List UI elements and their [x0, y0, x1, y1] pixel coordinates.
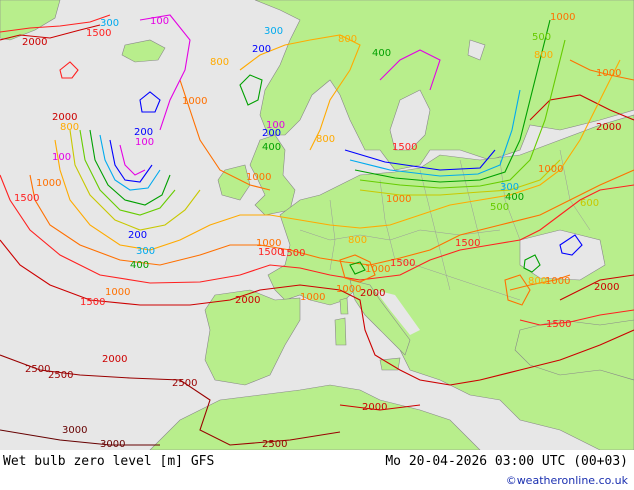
- land-sardinia: [334, 317, 347, 346]
- contour-label: 1000: [386, 194, 411, 205]
- contour-label: 2000: [596, 122, 621, 133]
- contour-label: 200: [128, 230, 147, 241]
- contour-label: 300: [100, 18, 119, 29]
- contour-label: 1000: [538, 164, 563, 175]
- contour-label: 500: [490, 202, 509, 213]
- contour-label: 1000: [246, 172, 271, 183]
- contour-label: 1000: [365, 264, 390, 275]
- contour-label: 800: [528, 276, 547, 287]
- contour-label: 2000: [102, 354, 127, 365]
- contour-label: 800: [316, 134, 335, 145]
- contour-label: 800: [534, 50, 553, 61]
- contour-label: 2000: [235, 295, 260, 306]
- wet-bulb-zero-map: 2000 1500 2000 1500 1000 800 100 200 100…: [0, 0, 634, 450]
- contour-label: 2000: [594, 282, 619, 293]
- contour-label: 1000: [300, 292, 325, 303]
- contour-label: 300: [136, 246, 155, 257]
- contour-label: 1000: [105, 287, 130, 298]
- contour-label: 3000: [100, 439, 125, 450]
- credit-link[interactable]: ©weatheronline.co.uk: [506, 474, 628, 487]
- contour-label: 1000: [596, 68, 621, 79]
- contour-label: 400: [372, 48, 391, 59]
- contour-label: 800: [348, 235, 367, 246]
- contour-label: 1000: [36, 178, 61, 189]
- contour-label: 1500: [392, 142, 417, 153]
- map-frame: 2000 1500 2000 1500 1000 800 100 200 100…: [0, 0, 634, 490]
- contour-label: 300: [500, 182, 519, 193]
- contour-label: 100: [135, 137, 154, 148]
- map-footer: Wet bulb zero level [m] GFS Mo 20-04-202…: [0, 450, 634, 490]
- contour-label: 300: [264, 26, 283, 37]
- map-title: Wet bulb zero level [m] GFS: [3, 454, 215, 469]
- contour-label: 2500: [48, 370, 73, 381]
- contour-label: 400: [262, 142, 281, 153]
- contour-label: 500: [532, 32, 551, 43]
- contour-label: 1500: [14, 193, 39, 204]
- contour-label: 1500: [455, 238, 480, 249]
- contour-label: 400: [130, 260, 149, 271]
- contour-label: 1000: [256, 238, 281, 249]
- contour-label: 600: [580, 198, 599, 209]
- contour-label: 2500: [172, 378, 197, 389]
- contour-label: 100: [266, 120, 285, 131]
- contour-label: 1000: [182, 96, 207, 107]
- contour-label: 1500: [280, 248, 305, 259]
- contour-label: 2500: [25, 364, 50, 375]
- contour-label: 400: [505, 192, 524, 203]
- contour-label: 1500: [390, 258, 415, 269]
- contour-label: 1500: [80, 297, 105, 308]
- land-corsica: [339, 297, 349, 315]
- contour-label: 800: [210, 57, 229, 68]
- contour-label: 3000: [62, 425, 87, 436]
- contour-label: 100: [150, 16, 169, 27]
- contour-label: 800: [60, 122, 79, 133]
- contour-label: 2000: [360, 288, 385, 299]
- contour-label: 1500: [86, 28, 111, 39]
- contour-label: 1000: [545, 276, 570, 287]
- contour-label: 800: [338, 34, 357, 45]
- forecast-datetime: Mo 20-04-2026 03:00 UTC (00+03): [385, 454, 628, 469]
- contour-label: 1500: [546, 319, 571, 330]
- contour-label: 2000: [362, 402, 387, 413]
- contour-label: 2000: [22, 37, 47, 48]
- contour-label: 1000: [336, 284, 361, 295]
- contour-label: 100: [52, 152, 71, 163]
- contour-label: 200: [252, 44, 271, 55]
- contour-label: 2500: [262, 439, 287, 450]
- contour-label: 1000: [550, 12, 575, 23]
